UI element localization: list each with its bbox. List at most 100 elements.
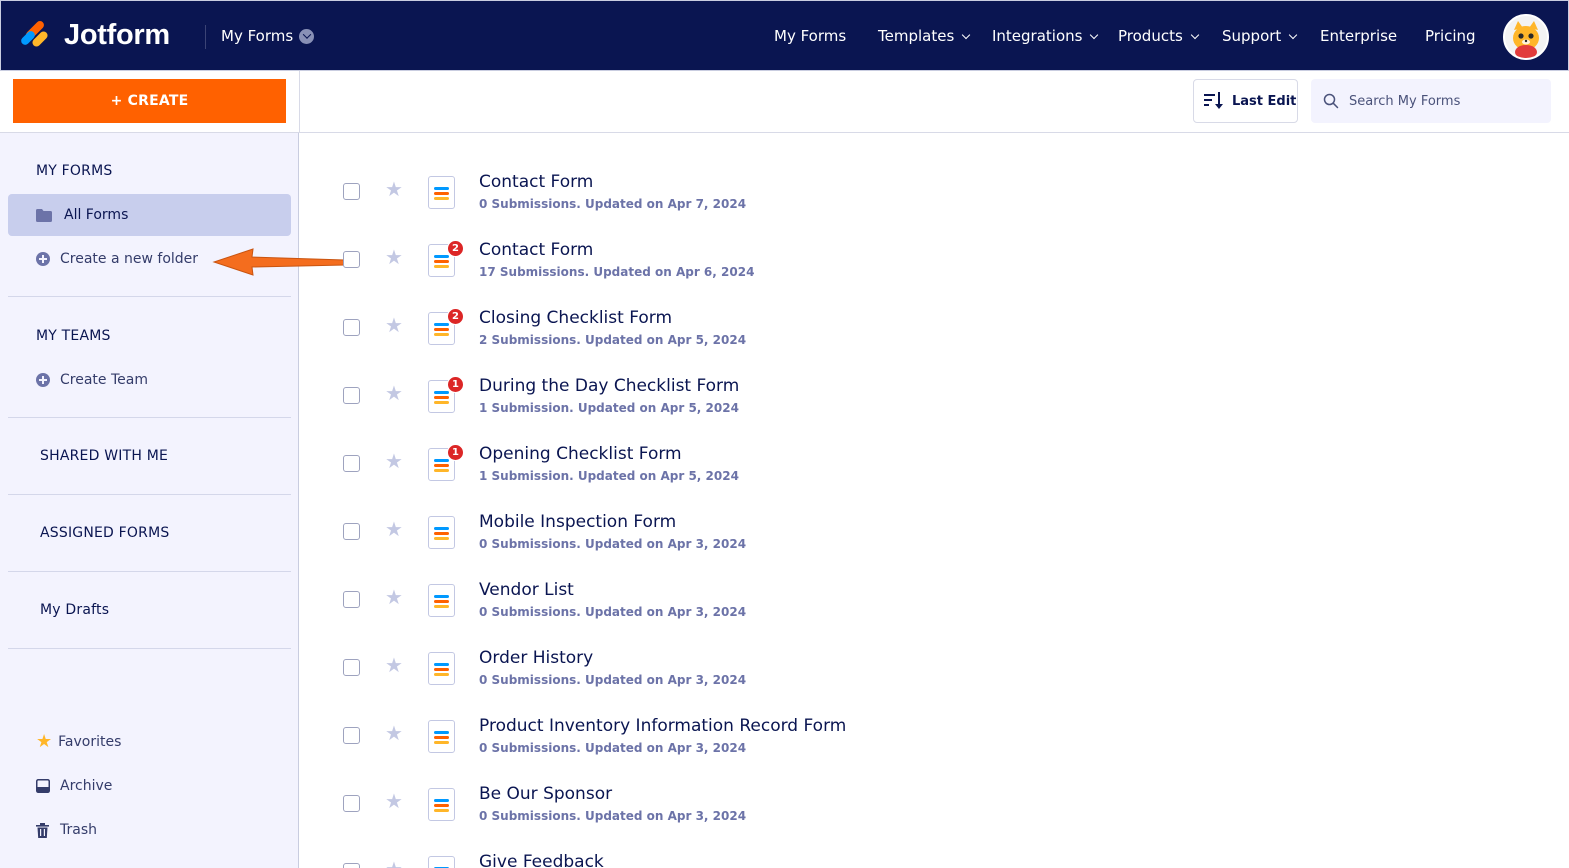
form-title[interactable]: During the Day Checklist Form (479, 376, 739, 396)
star-icon[interactable]: ★ (385, 315, 403, 335)
form-title[interactable]: Vendor List (479, 580, 574, 600)
star-icon[interactable]: ★ (385, 451, 403, 471)
star-icon[interactable]: ★ (385, 723, 403, 743)
sidebar-item-label: All Forms (64, 207, 129, 223)
action-divider (299, 71, 300, 133)
product-switcher-label: My Forms (221, 27, 294, 45)
star-icon[interactable]: ★ (385, 383, 403, 403)
form-row[interactable]: ★ 1 Opening Checklist Form 1 Submission. Up… (300, 413, 1568, 483)
nav-products[interactable]: Products (1118, 27, 1200, 45)
folder-icon (36, 208, 52, 222)
create-button[interactable]: + CREATE (13, 79, 286, 123)
notification-badge: 1 (447, 444, 464, 461)
product-switcher[interactable]: My Forms (221, 27, 315, 45)
sidebar-item-label: Create Team (60, 372, 148, 388)
form-row[interactable]: ★ Be Our Sponsor 0 Submissions. Updated on… (300, 753, 1568, 823)
notification-badge: 1 (447, 376, 464, 393)
sidebar-divider (8, 648, 291, 649)
row-checkbox[interactable] (343, 251, 360, 268)
sidebar-item-assigned-forms[interactable]: ASSIGNED FORMS (40, 525, 169, 541)
notification-badge: 2 (447, 240, 464, 257)
form-icon (428, 176, 455, 209)
sidebar-item-label: Archive (60, 778, 113, 794)
row-checkbox[interactable] (343, 387, 360, 404)
form-title[interactable]: Opening Checklist Form (479, 444, 682, 464)
archive-icon (36, 779, 50, 793)
nav-integrations[interactable]: Integrations (992, 27, 1099, 45)
star-icon[interactable]: ★ (385, 859, 403, 868)
chevron-down-icon (299, 28, 315, 44)
my-teams-heading: MY TEAMS (36, 328, 111, 344)
jotform-logo-icon (19, 18, 50, 52)
sidebar-item-label: Favorites (58, 734, 122, 750)
sidebar-item-favorites[interactable]: ★ Favorites (36, 733, 122, 751)
nav-pricing[interactable]: Pricing (1425, 27, 1476, 45)
star-icon[interactable]: ★ (385, 655, 403, 675)
form-title[interactable]: Product Inventory Information Record For… (479, 716, 846, 736)
star-icon[interactable]: ★ (385, 179, 403, 199)
form-row[interactable]: ★ 1 During the Day Checklist Form 1 Submiss… (300, 345, 1568, 415)
form-row[interactable]: ★ Mobile Inspection Form 0 Submissions. Up… (300, 481, 1568, 551)
form-title[interactable]: Order History (479, 648, 593, 668)
nav-templates[interactable]: Templates (878, 27, 971, 45)
form-row[interactable]: ★ Vendor List 0 Submissions. Updated on Ap… (300, 549, 1568, 619)
logo-divider (205, 25, 206, 49)
trash-icon (36, 822, 49, 838)
form-title[interactable]: Give Feedback (479, 852, 604, 868)
nav-label: Support (1222, 27, 1282, 45)
sidebar-item-create-team[interactable]: Create Team (36, 372, 148, 388)
row-checkbox[interactable] (343, 523, 360, 540)
sidebar-item-label: Create a new folder (60, 251, 199, 267)
sidebar-item-shared-with-me[interactable]: SHARED WITH ME (40, 448, 168, 464)
form-row[interactable]: ★ 2 Closing Checklist Form 2 Submissions. U… (300, 277, 1568, 347)
form-icon (428, 516, 455, 549)
row-checkbox[interactable] (343, 659, 360, 676)
row-checkbox[interactable] (343, 727, 360, 744)
form-row[interactable]: ★ Give Feedback (300, 821, 1568, 868)
sidebar-divider (8, 296, 291, 297)
sidebar-item-archive[interactable]: Archive (36, 778, 112, 794)
row-checkbox[interactable] (343, 319, 360, 336)
form-row[interactable]: ★ 2 Contact Form 17 Submissions. Updated on… (300, 209, 1568, 279)
sidebar-item-all-forms[interactable]: All Forms (8, 194, 291, 236)
sort-icon (1204, 92, 1223, 109)
notification-badge: 2 (447, 308, 464, 325)
sidebar-item-my-drafts[interactable]: My Drafts (40, 602, 109, 618)
form-row[interactable]: ★ Order History 0 Submissions. Updated on … (300, 617, 1568, 687)
form-row[interactable]: ★ Product Inventory Information Record Fo… (300, 685, 1568, 755)
search-input[interactable] (1349, 93, 1539, 109)
nav-support[interactable]: Support (1222, 27, 1298, 45)
form-title[interactable]: Contact Form (479, 172, 593, 192)
star-icon[interactable]: ★ (385, 519, 403, 539)
star-icon[interactable]: ★ (385, 791, 403, 811)
sidebar-item-trash[interactable]: Trash (36, 822, 97, 838)
star-icon[interactable]: ★ (385, 587, 403, 607)
nav-my-forms[interactable]: My Forms (774, 27, 846, 45)
nav-enterprise[interactable]: Enterprise (1320, 27, 1397, 45)
user-avatar[interactable] (1503, 14, 1549, 60)
row-checkbox[interactable] (343, 183, 360, 200)
cat-avatar-icon (1505, 16, 1547, 58)
row-checkbox[interactable] (343, 455, 360, 472)
star-icon[interactable]: ★ (385, 247, 403, 267)
form-title[interactable]: Be Our Sponsor (479, 784, 612, 804)
row-checkbox[interactable] (343, 591, 360, 608)
form-title[interactable]: Contact Form (479, 240, 593, 260)
my-forms-heading: MY FORMS (36, 163, 113, 179)
chevron-down-icon (1289, 30, 1298, 39)
form-row[interactable]: ★ Contact Form 0 Submissions. Updated on A… (300, 141, 1568, 211)
sidebar-item-create-folder[interactable]: Create a new folder (36, 251, 198, 267)
form-title[interactable]: Mobile Inspection Form (479, 512, 676, 532)
nav-label: Products (1118, 27, 1183, 45)
chevron-down-icon (962, 30, 971, 39)
jotform-logo[interactable]: Jotform (19, 18, 170, 52)
sidebar-item-label: Trash (60, 822, 97, 838)
sort-button[interactable]: Last Edit (1193, 79, 1298, 123)
sidebar-divider (8, 417, 291, 418)
form-title[interactable]: Closing Checklist Form (479, 308, 672, 328)
chevron-down-icon (1090, 30, 1099, 39)
search-box[interactable] (1311, 79, 1551, 123)
nav-label: My Forms (774, 27, 847, 45)
row-checkbox[interactable] (343, 863, 360, 868)
row-checkbox[interactable] (343, 795, 360, 812)
